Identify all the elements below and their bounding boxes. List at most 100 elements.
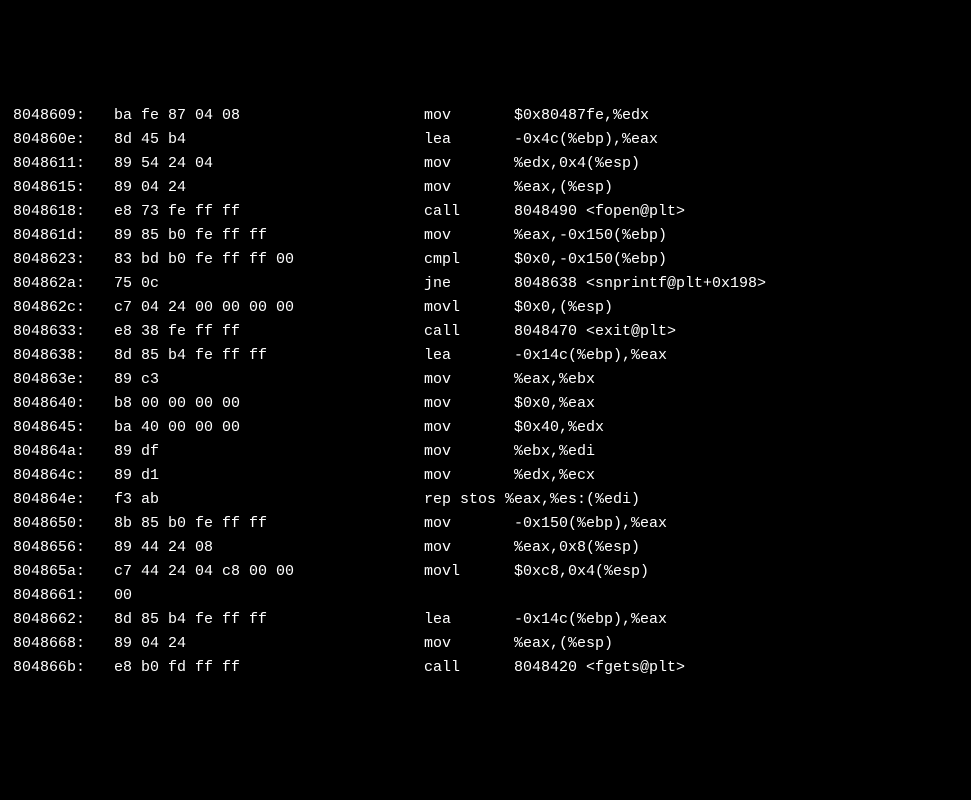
- disassembly-listing: 8048609:ba fe 87 04 08mov$0x80487fe,%edx…: [4, 104, 967, 680]
- disasm-row: 804864e:f3 abrep stos %eax,%es:(%edi): [4, 488, 967, 512]
- disasm-row: 8048609:ba fe 87 04 08mov$0x80487fe,%edx: [4, 104, 967, 128]
- operands: %eax,(%esp): [514, 176, 967, 200]
- operands: $0x80487fe,%edx: [514, 104, 967, 128]
- operands: %edx,0x4(%esp): [514, 152, 967, 176]
- address: 804864c:: [4, 464, 114, 488]
- operands: -0x14c(%ebp),%eax: [514, 608, 967, 632]
- hex-bytes: c7 04 24 00 00 00 00: [114, 296, 424, 320]
- disasm-row: 804862a:75 0cjne8048638 <snprintf@plt+0x…: [4, 272, 967, 296]
- mnemonic: mov: [424, 416, 514, 440]
- address: 804861d:: [4, 224, 114, 248]
- hex-bytes: 89 85 b0 fe ff ff: [114, 224, 424, 248]
- operands: %eax,0x8(%esp): [514, 536, 967, 560]
- operands: 8048490 <fopen@plt>: [514, 200, 967, 224]
- mnemonic: mov: [424, 512, 514, 536]
- disasm-row: 804865a:c7 44 24 04 c8 00 00movl$0xc8,0x…: [4, 560, 967, 584]
- address: 804864a:: [4, 440, 114, 464]
- mnemonic: movl: [424, 296, 514, 320]
- mnemonic: lea: [424, 608, 514, 632]
- hex-bytes: e8 73 fe ff ff: [114, 200, 424, 224]
- mnemonic: mov: [424, 392, 514, 416]
- hex-bytes: e8 38 fe ff ff: [114, 320, 424, 344]
- address: 8048650:: [4, 512, 114, 536]
- mnemonic: rep stos %eax,%es:(%edi): [424, 488, 514, 512]
- disasm-row: 8048611:89 54 24 04mov%edx,0x4(%esp): [4, 152, 967, 176]
- operands: %eax,-0x150(%ebp): [514, 224, 967, 248]
- mnemonic: mov: [424, 536, 514, 560]
- hex-bytes: 8d 45 b4: [114, 128, 424, 152]
- disasm-row: 8048645:ba 40 00 00 00mov$0x40,%edx: [4, 416, 967, 440]
- mnemonic: lea: [424, 128, 514, 152]
- hex-bytes: b8 00 00 00 00: [114, 392, 424, 416]
- disasm-row: 804861d:89 85 b0 fe ff ffmov%eax,-0x150(…: [4, 224, 967, 248]
- disasm-row: 8048661:00: [4, 584, 967, 608]
- operands: 8048420 <fgets@plt>: [514, 656, 967, 680]
- mnemonic: cmpl: [424, 248, 514, 272]
- hex-bytes: 8b 85 b0 fe ff ff: [114, 512, 424, 536]
- address: 8048618:: [4, 200, 114, 224]
- mnemonic: mov: [424, 176, 514, 200]
- hex-bytes: 8d 85 b4 fe ff ff: [114, 344, 424, 368]
- operands: [514, 488, 967, 512]
- address: 804863e:: [4, 368, 114, 392]
- hex-bytes: 89 44 24 08: [114, 536, 424, 560]
- address: 8048623:: [4, 248, 114, 272]
- disasm-row: 8048668:89 04 24mov%eax,(%esp): [4, 632, 967, 656]
- address: 804862c:: [4, 296, 114, 320]
- disasm-row: 8048618:e8 73 fe ff ffcall8048490 <fopen…: [4, 200, 967, 224]
- hex-bytes: 89 04 24: [114, 632, 424, 656]
- mnemonic: mov: [424, 632, 514, 656]
- hex-bytes: 00: [114, 584, 424, 608]
- disasm-row: 804864a:89 dfmov%ebx,%edi: [4, 440, 967, 464]
- operands: %eax,(%esp): [514, 632, 967, 656]
- mnemonic: mov: [424, 368, 514, 392]
- disasm-row: 8048638:8d 85 b4 fe ff fflea-0x14c(%ebp)…: [4, 344, 967, 368]
- hex-bytes: 89 d1: [114, 464, 424, 488]
- operands: $0x0,(%esp): [514, 296, 967, 320]
- hex-bytes: 8d 85 b4 fe ff ff: [114, 608, 424, 632]
- address: 8048662:: [4, 608, 114, 632]
- hex-bytes: 89 54 24 04: [114, 152, 424, 176]
- operands: 8048638 <snprintf@plt+0x198>: [514, 272, 967, 296]
- hex-bytes: c7 44 24 04 c8 00 00: [114, 560, 424, 584]
- operands: $0x0,%eax: [514, 392, 967, 416]
- disasm-row: 8048656:89 44 24 08mov%eax,0x8(%esp): [4, 536, 967, 560]
- address: 8048640:: [4, 392, 114, 416]
- operands: -0x150(%ebp),%eax: [514, 512, 967, 536]
- disasm-row: 8048640:b8 00 00 00 00mov$0x0,%eax: [4, 392, 967, 416]
- mnemonic: call: [424, 320, 514, 344]
- address: 8048638:: [4, 344, 114, 368]
- address: 8048633:: [4, 320, 114, 344]
- operands: $0x40,%edx: [514, 416, 967, 440]
- mnemonic: movl: [424, 560, 514, 584]
- address: 8048668:: [4, 632, 114, 656]
- operands: %edx,%ecx: [514, 464, 967, 488]
- operands: -0x4c(%ebp),%eax: [514, 128, 967, 152]
- address: 804862a:: [4, 272, 114, 296]
- address: 8048615:: [4, 176, 114, 200]
- address: 8048656:: [4, 536, 114, 560]
- disasm-row: 8048615:89 04 24mov%eax,(%esp): [4, 176, 967, 200]
- operands: $0x0,-0x150(%ebp): [514, 248, 967, 272]
- disasm-row: 804864c:89 d1mov%edx,%ecx: [4, 464, 967, 488]
- operands: %ebx,%edi: [514, 440, 967, 464]
- hex-bytes: 89 df: [114, 440, 424, 464]
- address: 8048609:: [4, 104, 114, 128]
- address: 804864e:: [4, 488, 114, 512]
- address: 8048645:: [4, 416, 114, 440]
- address: 8048661:: [4, 584, 114, 608]
- address: 804865a:: [4, 560, 114, 584]
- address: 8048611:: [4, 152, 114, 176]
- operands: [514, 584, 967, 608]
- disasm-row: 8048650:8b 85 b0 fe ff ffmov-0x150(%ebp)…: [4, 512, 967, 536]
- hex-bytes: e8 b0 fd ff ff: [114, 656, 424, 680]
- mnemonic: mov: [424, 104, 514, 128]
- hex-bytes: 83 bd b0 fe ff ff 00: [114, 248, 424, 272]
- operands: 8048470 <exit@plt>: [514, 320, 967, 344]
- disasm-row: 804863e:89 c3mov%eax,%ebx: [4, 368, 967, 392]
- disasm-row: 804862c:c7 04 24 00 00 00 00movl$0x0,(%e…: [4, 296, 967, 320]
- mnemonic: mov: [424, 464, 514, 488]
- hex-bytes: 89 c3: [114, 368, 424, 392]
- mnemonic: mov: [424, 440, 514, 464]
- mnemonic: mov: [424, 224, 514, 248]
